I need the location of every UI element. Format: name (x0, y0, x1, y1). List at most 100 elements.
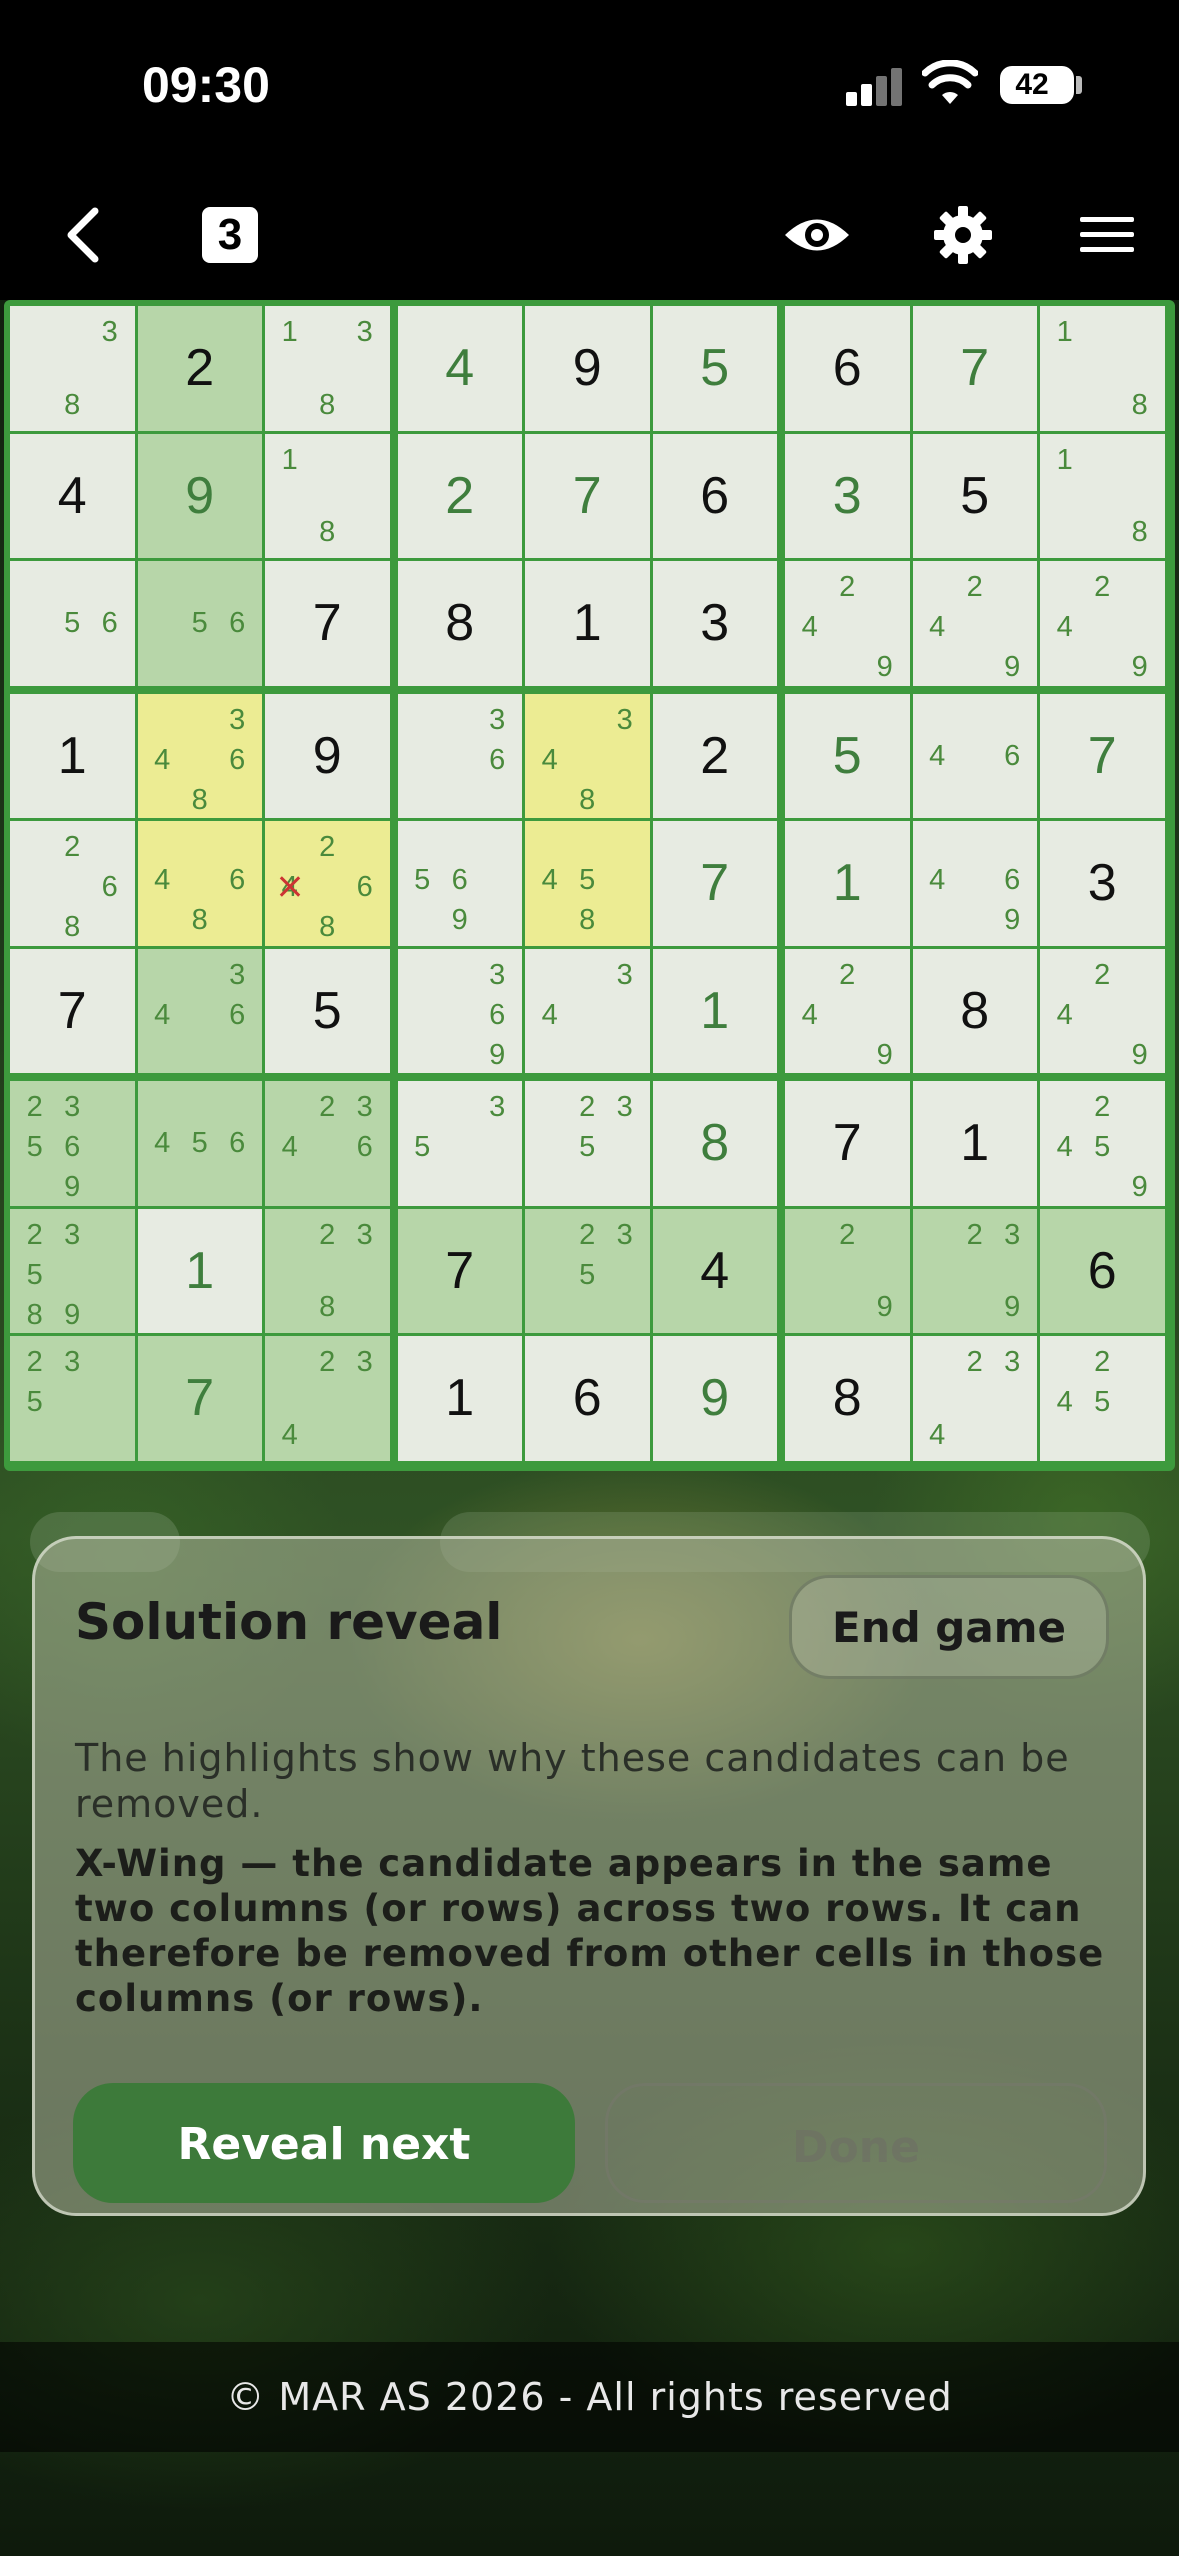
sudoku-cell[interactable]: 7 (397, 1208, 522, 1333)
menu-button[interactable] (1072, 200, 1142, 270)
sudoku-cell[interactable]: 18 (265, 433, 390, 558)
sudoku-cell[interactable]: 56 9 (397, 821, 522, 946)
sudoku-cell[interactable]: 24 9 (1040, 561, 1165, 686)
sudoku-cell[interactable]: 235 89 (10, 1208, 135, 1333)
sudoku-cell[interactable]: 456 (137, 1081, 262, 1206)
sudoku-cell[interactable]: 3 4 6 (137, 948, 262, 1073)
sudoku-cell[interactable]: 23 4 (265, 1336, 390, 1461)
candidate-slot (1084, 385, 1122, 425)
sudoku-cell[interactable]: 1 (137, 1208, 262, 1333)
sudoku-cell[interactable]: 5 (785, 693, 910, 818)
sudoku-cell[interactable]: 56 (137, 561, 262, 686)
done-button[interactable]: Done (605, 2083, 1107, 2203)
candidate-slot (829, 647, 867, 687)
sudoku-cell[interactable]: 36 (397, 693, 522, 818)
sudoku-cell[interactable]: 3 (1040, 821, 1165, 946)
entered-digit: 1 (185, 1241, 215, 1300)
sudoku-cell[interactable]: 245 (1040, 1336, 1165, 1461)
sudoku-cell[interactable]: 2 (397, 433, 522, 558)
sudoku-cell[interactable]: 235 (10, 1336, 135, 1461)
back-button[interactable] (48, 200, 118, 270)
sudoku-cell[interactable]: 7 (265, 561, 390, 686)
sudoku-cell[interactable]: 235 (525, 1081, 650, 1206)
sudoku-cell[interactable]: 8 (912, 948, 1037, 1073)
sudoku-cell[interactable]: 23 4 (912, 1336, 1037, 1461)
sudoku-cell[interactable]: 3 (652, 561, 777, 686)
sudoku-cell[interactable]: 7 (912, 306, 1037, 431)
reveal-next-button[interactable]: Reveal next (73, 2083, 575, 2203)
sudoku-cell[interactable]: 56 (10, 561, 135, 686)
sudoku-cell[interactable]: 35 (397, 1081, 522, 1206)
sudoku-cell[interactable]: 5 (652, 306, 777, 431)
sudoku-cell[interactable]: 9 (265, 693, 390, 818)
candidate-number: 2 (966, 1346, 983, 1378)
sudoku-cell[interactable]: 9 (525, 306, 650, 431)
sudoku-cell[interactable]: 23 8 (265, 1208, 390, 1333)
candidate-slot (606, 1167, 644, 1200)
sudoku-cell[interactable]: 24 9 (785, 948, 910, 1073)
sudoku-cell[interactable]: 3 4 68 (137, 693, 262, 818)
candidate-number: 5 (26, 1386, 43, 1418)
difficulty-level-badge[interactable]: 3 (202, 207, 258, 263)
sudoku-cell[interactable]: 23 9 (912, 1208, 1037, 1333)
sudoku-cell[interactable]: 1 (10, 693, 135, 818)
sudoku-cell[interactable]: 8 (652, 1081, 777, 1206)
sudoku-cell[interactable]: 8 (785, 1336, 910, 1461)
sudoku-cell[interactable]: 6 (1040, 1208, 1165, 1333)
sudoku-cell[interactable]: 5 (265, 948, 390, 1073)
sudoku-cell[interactable]: 4 (10, 433, 135, 558)
sudoku-cell[interactable]: 7 (1040, 693, 1165, 818)
sudoku-cell[interactable]: 24 9 (1040, 948, 1165, 1073)
candidate-slot (569, 955, 607, 995)
sudoku-cell[interactable]: 7 (785, 1081, 910, 1206)
candidate-slot (994, 607, 1032, 647)
sudoku-cell[interactable]: 3 6 9 (397, 948, 522, 1073)
candidate-grid: 3 48 (531, 700, 644, 816)
sudoku-cell[interactable]: 24 68 (265, 821, 390, 946)
sudoku-cell[interactable]: 3 48 (525, 693, 650, 818)
show-mistakes-button[interactable] (782, 200, 852, 270)
candidate-slot (91, 1342, 129, 1382)
sudoku-cell[interactable]: 18 (1040, 433, 1165, 558)
sudoku-cell[interactable]: 9 (137, 433, 262, 558)
sudoku-cell[interactable]: 8 (397, 561, 522, 686)
sudoku-cell[interactable]: 7 (525, 433, 650, 558)
sudoku-cell[interactable]: 1 (652, 948, 777, 1073)
sudoku-cell[interactable]: 1 (525, 561, 650, 686)
sudoku-cell[interactable]: 6 (652, 433, 777, 558)
end-game-button[interactable]: End game (789, 1575, 1109, 1679)
sudoku-cell[interactable]: 24 9 (912, 561, 1037, 686)
candidate-number: 9 (876, 1291, 893, 1323)
sudoku-cell[interactable]: 7 (137, 1336, 262, 1461)
sudoku-cell[interactable]: 2356 9 (10, 1081, 135, 1206)
sudoku-cell[interactable]: 2 (137, 306, 262, 431)
sudoku-cell[interactable]: 1 (785, 821, 910, 946)
sudoku-cell[interactable]: 3 (785, 433, 910, 558)
sudoku-cell[interactable]: 7 (10, 948, 135, 1073)
sudoku-cell[interactable]: 2459 (1040, 1081, 1165, 1206)
sudoku-cell[interactable]: 4 (397, 306, 522, 431)
sudoku-cell[interactable]: 34 (525, 948, 650, 1073)
sudoku-cell[interactable]: 7 (652, 821, 777, 946)
sudoku-cell[interactable]: 23 4 6 (265, 1081, 390, 1206)
sudoku-cell[interactable]: 29 (785, 1208, 910, 1333)
sudoku-cell[interactable]: 268 (10, 821, 135, 946)
sudoku-cell[interactable]: 6 (785, 306, 910, 431)
sudoku-cell[interactable]: 6 (525, 1336, 650, 1461)
sudoku-cell[interactable]: 45 8 (525, 821, 650, 946)
sudoku-cell[interactable]: 38 (10, 306, 135, 431)
sudoku-cell[interactable]: 9 (652, 1336, 777, 1461)
settings-button[interactable] (928, 200, 998, 270)
sudoku-cell[interactable]: 1 3 8 (265, 306, 390, 431)
sudoku-cell[interactable]: 5 (912, 433, 1037, 558)
sudoku-cell[interactable]: 4 (652, 1208, 777, 1333)
sudoku-cell[interactable]: 1 (397, 1336, 522, 1461)
sudoku-cell[interactable]: 18 (1040, 306, 1165, 431)
sudoku-cell[interactable]: 4 68 (137, 821, 262, 946)
sudoku-cell[interactable]: 1 (912, 1081, 1037, 1206)
sudoku-cell[interactable]: 235 (525, 1208, 650, 1333)
sudoku-cell[interactable]: 4 6 9 (912, 821, 1037, 946)
sudoku-cell[interactable]: 46 (912, 693, 1037, 818)
sudoku-cell[interactable]: 24 9 (785, 561, 910, 686)
sudoku-cell[interactable]: 2 (652, 693, 777, 818)
